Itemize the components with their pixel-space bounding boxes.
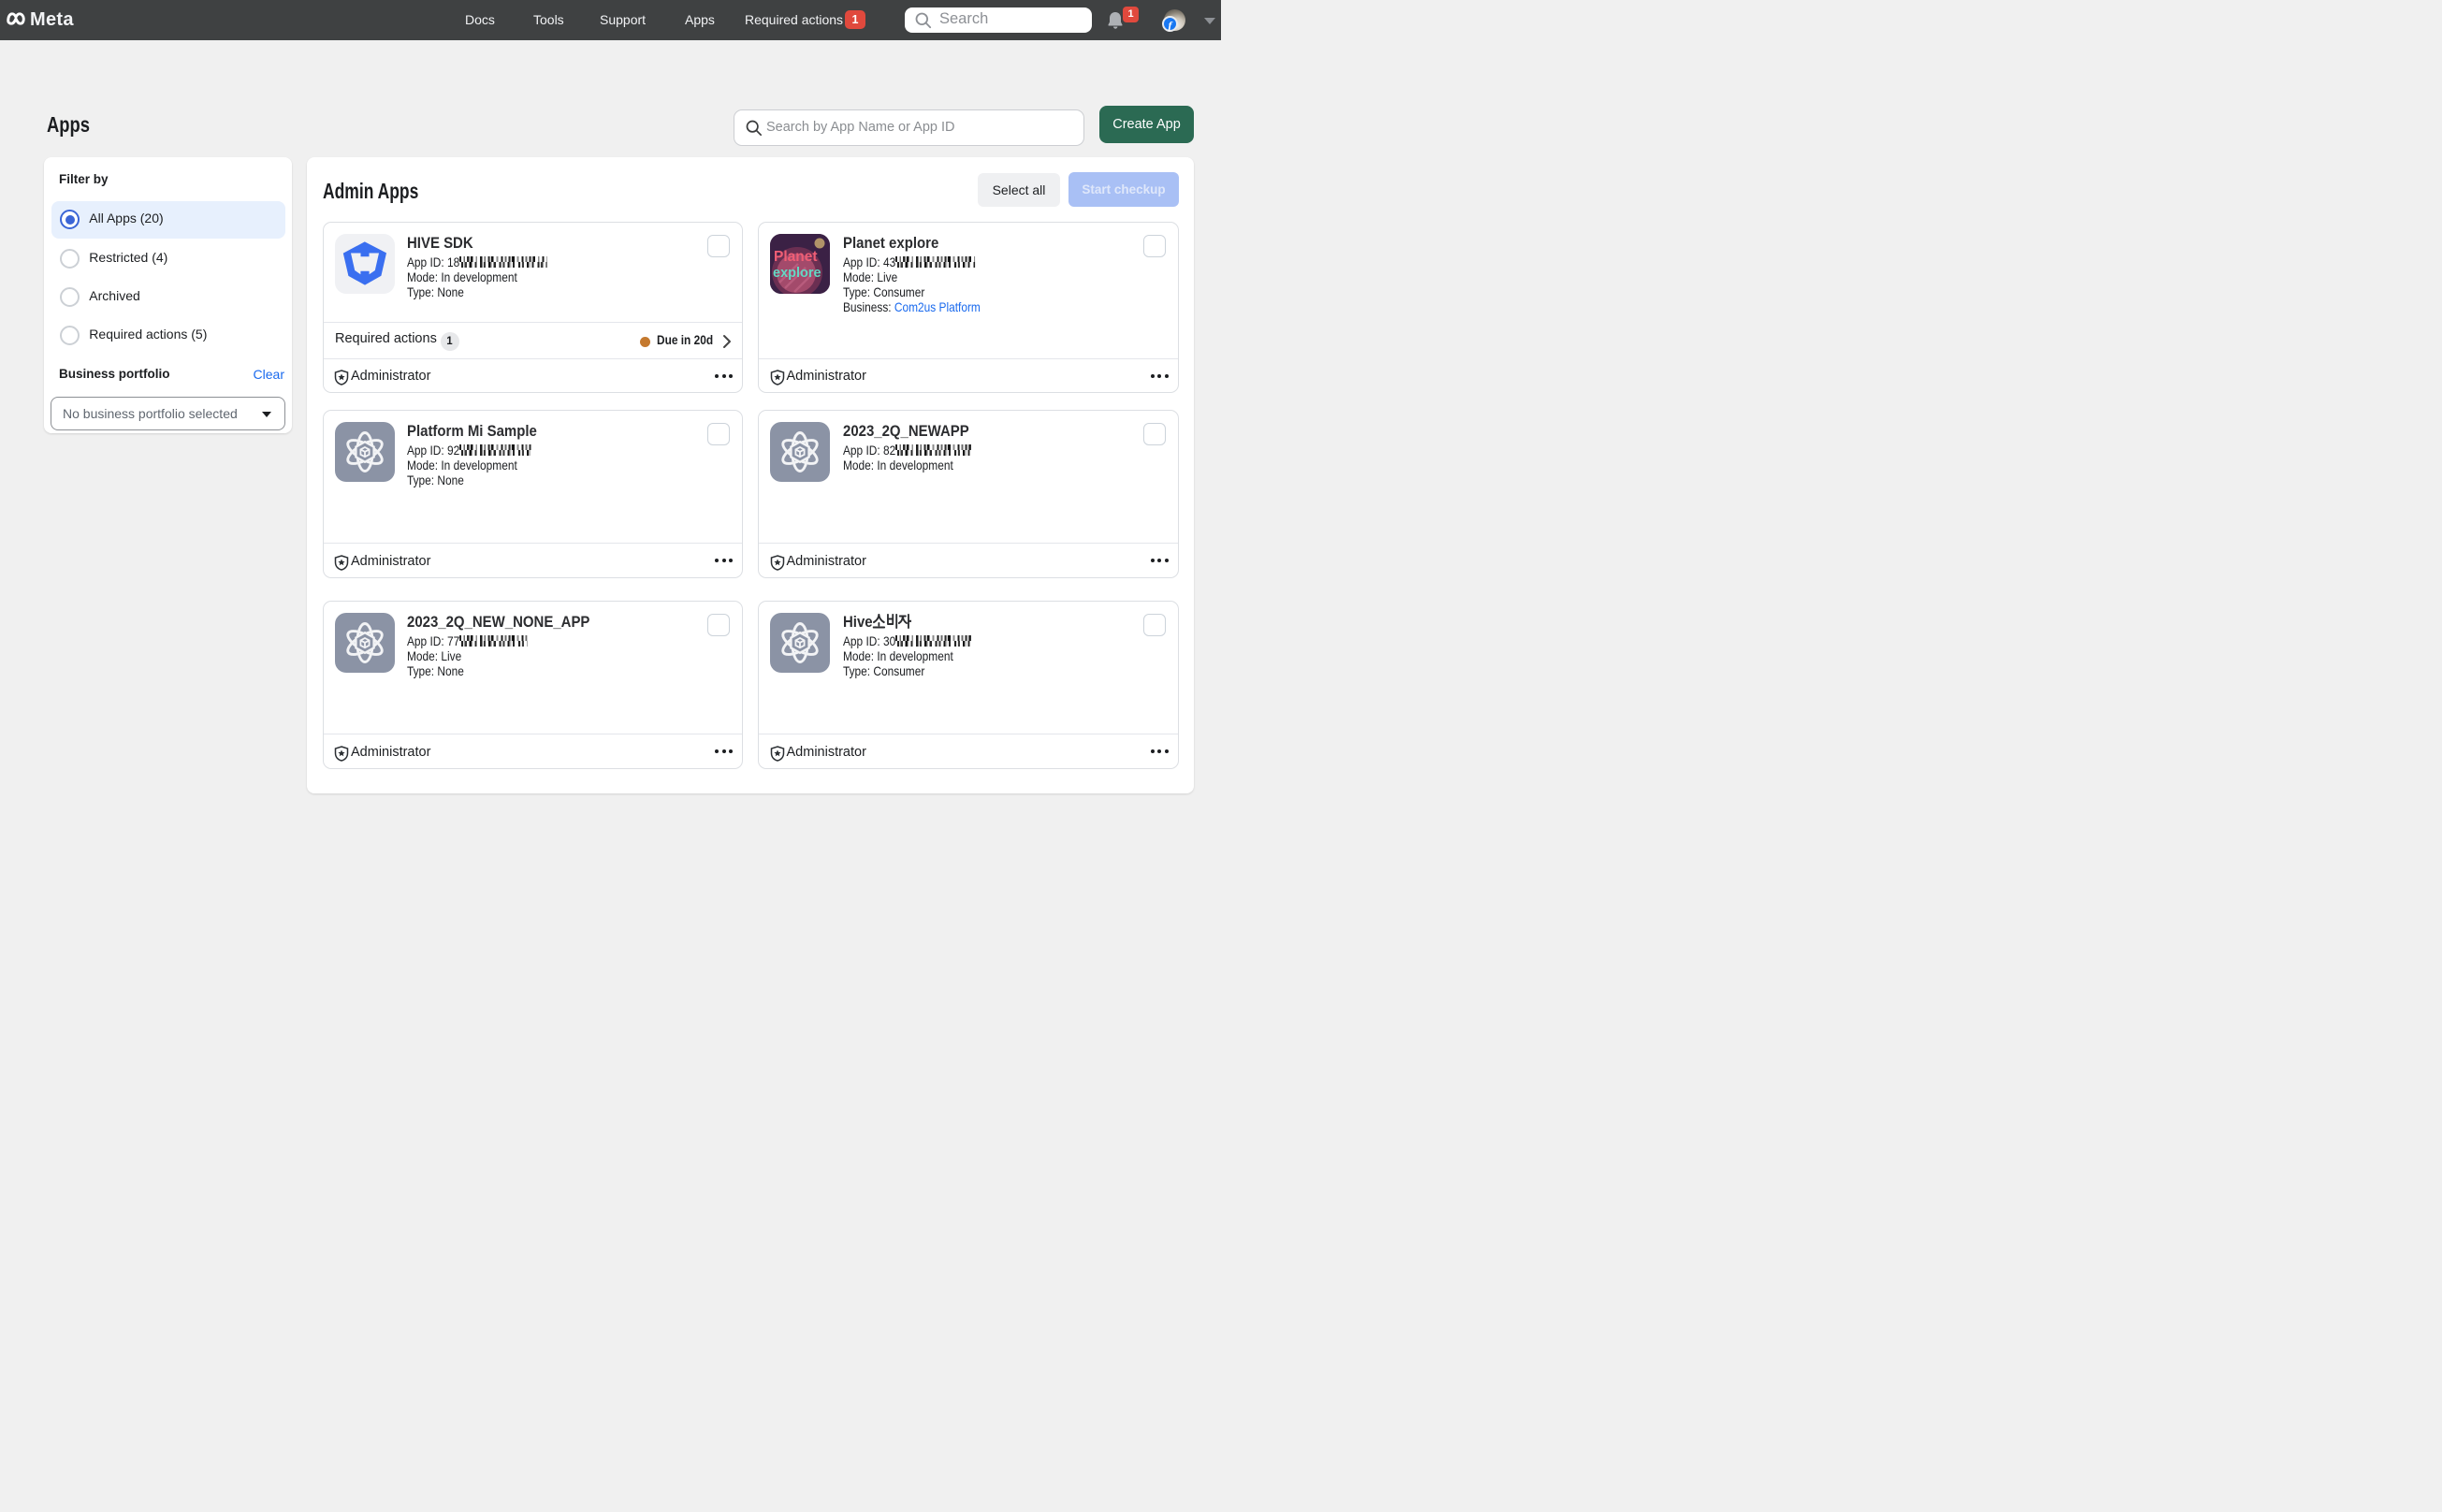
svg-text:Planet: Planet [774, 249, 818, 265]
svg-text:explore: explore [773, 266, 821, 281]
